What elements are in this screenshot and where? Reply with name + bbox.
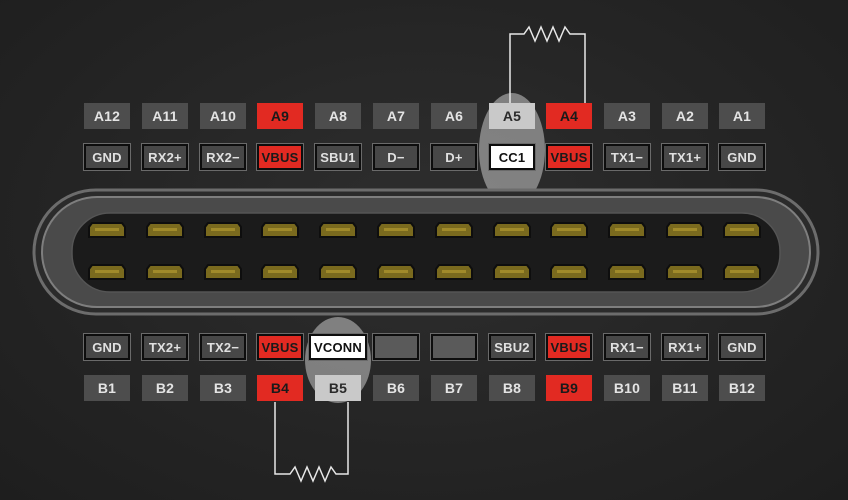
pin-signal-9: RX1− — [603, 333, 651, 361]
pin-signal-4: SBU1 — [314, 143, 362, 171]
pin-number-11: B12 — [719, 375, 765, 401]
pin-signal-10: TX1+ — [661, 143, 709, 171]
contact-pin-shine — [384, 270, 408, 273]
pin-signal-3: VBUS — [256, 333, 304, 361]
contact-pin-shine — [673, 228, 697, 231]
pin-number-3: B4 — [257, 375, 303, 401]
pin-number-8: B9 — [546, 375, 592, 401]
contact-pin-shine — [615, 270, 639, 273]
pin-number-1: A11 — [142, 103, 188, 129]
pin-number-3: A9 — [257, 103, 303, 129]
contact-pin-shine — [500, 228, 524, 231]
pin-signal-11: GND — [718, 143, 766, 171]
pin-signal-3: VBUS — [256, 143, 304, 171]
pin-signal-8: VBUS — [545, 143, 593, 171]
pin-signal-5 — [372, 333, 420, 361]
contact-pin-shine — [442, 228, 466, 231]
contact-pin-shine — [326, 270, 350, 273]
pin-signal-1: RX2+ — [141, 143, 189, 171]
pin-signal-7: CC1 — [488, 143, 536, 171]
pin-signal-6: D+ — [430, 143, 478, 171]
contact-pin-shine — [211, 228, 235, 231]
contact-pin-shine — [95, 270, 119, 273]
pin-number-2: B3 — [200, 375, 246, 401]
pin-signal-1: TX2+ — [141, 333, 189, 361]
pin-signal-10: RX1+ — [661, 333, 709, 361]
pin-number-7: B8 — [489, 375, 535, 401]
pin-number-5: A7 — [373, 103, 419, 129]
pin-number-7: A5 — [489, 103, 535, 129]
contact-pin-shine — [153, 270, 177, 273]
contact-pin-shine — [673, 270, 697, 273]
contact-pin-shine — [268, 270, 292, 273]
pin-signal-8: VBUS — [545, 333, 593, 361]
pin-number-5: B6 — [373, 375, 419, 401]
pin-signal-2: RX2− — [199, 143, 247, 171]
contact-pin-shine — [442, 270, 466, 273]
pin-signal-5: D− — [372, 143, 420, 171]
pin-number-10: B11 — [662, 375, 708, 401]
pin-number-4: A8 — [315, 103, 361, 129]
contact-pin-shine — [557, 270, 581, 273]
pin-number-1: B2 — [142, 375, 188, 401]
pin-number-11: A1 — [719, 103, 765, 129]
pin-signal-0: GND — [83, 333, 131, 361]
pin-number-10: A2 — [662, 103, 708, 129]
pin-signal-4: VCONN — [308, 333, 368, 361]
contact-pin-shine — [384, 228, 408, 231]
pin-signal-2: TX2− — [199, 333, 247, 361]
contact-pin-shine — [615, 228, 639, 231]
pin-number-9: A3 — [604, 103, 650, 129]
contact-pin-shine — [95, 228, 119, 231]
row-a-pin-numbers: A12 A11 A10 A9 A8 A7 A6 A5 A4 A3 A2 A1 — [0, 103, 848, 131]
contact-pin-shine — [730, 270, 754, 273]
pin-number-4: B5 — [315, 375, 361, 401]
contact-pin-shine — [500, 270, 524, 273]
pin-number-9: B10 — [604, 375, 650, 401]
pin-number-8: A4 — [546, 103, 592, 129]
pin-number-6: B7 — [431, 375, 477, 401]
pin-number-6: A6 — [431, 103, 477, 129]
pin-number-2: A10 — [200, 103, 246, 129]
resistor-icon — [274, 402, 349, 483]
contact-pin-shine — [211, 270, 235, 273]
pin-number-0: B1 — [84, 375, 130, 401]
row-b-pin-numbers: B1 B2 B3 B4 B5 B6 B7 B8 B9 B10 B11 B12 — [0, 375, 848, 403]
pin-signal-7: SBU2 — [488, 333, 536, 361]
resistor-icon — [509, 25, 586, 103]
usb-c-pinout-diagram: A12 A11 A10 A9 A8 A7 A6 A5 A4 A3 A2 A1 GND RX2+ RX2− V… — [0, 0, 848, 500]
contact-pin-shine — [268, 228, 292, 231]
connector-graphics — [32, 25, 820, 483]
row-a-signals: GND RX2+ RX2− VBUS SBU1 D− D+ CC1 VBUS TX1− TX1+ GN… — [0, 143, 848, 172]
contact-pin-shine — [326, 228, 350, 231]
contact-pin-shine — [557, 228, 581, 231]
contact-pin-shine — [153, 228, 177, 231]
pin-signal-0: GND — [83, 143, 131, 171]
row-b-signals: GND TX2+ TX2− VBUS VCONN SBU2 VBUS RX1− RX1+ GND — [0, 333, 848, 362]
pin-signal-11: GND — [718, 333, 766, 361]
contact-pin-shine — [730, 228, 754, 231]
pin-number-0: A12 — [84, 103, 130, 129]
pin-signal-6 — [430, 333, 478, 361]
pin-signal-9: TX1− — [603, 143, 651, 171]
